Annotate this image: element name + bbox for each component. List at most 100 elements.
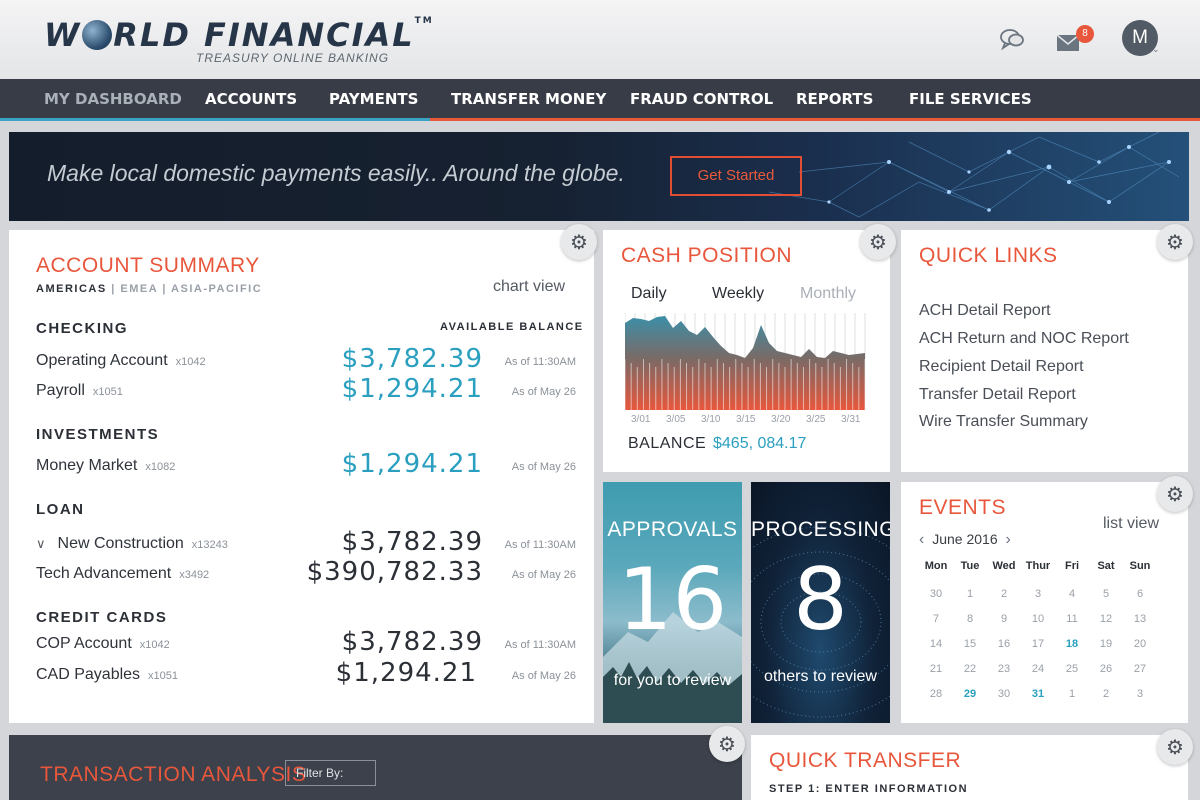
account-summary-settings-button[interactable]: ⚙	[561, 224, 597, 260]
chart-x-label: 3/20	[771, 414, 791, 425]
quick-transfer-step: STEP 1: ENTER INFORMATION	[769, 783, 969, 795]
nav-file-services[interactable]: FILE SERVICES	[909, 79, 1032, 118]
approvals-count: 16	[617, 550, 728, 650]
account-name: Tech Advancement	[36, 565, 172, 582]
nav-my-dashboard[interactable]: MY DASHBOARD	[44, 79, 182, 118]
calendar-day[interactable]: 11	[1055, 613, 1089, 625]
calendar-day[interactable]: 7	[919, 613, 953, 625]
calendar-day[interactable]: 14	[919, 638, 953, 650]
processing-tile[interactable]: PROCESSING 8 others to review	[751, 482, 890, 723]
calendar-day[interactable]: 17	[1021, 638, 1055, 650]
calendar-day[interactable]: 12	[1089, 613, 1123, 625]
list-view-link[interactable]: list view	[1103, 515, 1159, 533]
quick-transfer-card: QUICK TRANSFER STEP 1: ENTER INFORMATION	[751, 735, 1188, 800]
calendar-day[interactable]: 31	[1021, 688, 1055, 700]
calendar-day[interactable]: 8	[953, 613, 987, 625]
calendar-day[interactable]: 10	[1021, 613, 1055, 625]
nav-accounts[interactable]: ACCOUNTS	[205, 79, 297, 118]
account-row[interactable]: Tech Advancement x3492 $390,782.33 As of …	[36, 557, 576, 591]
quick-link-item[interactable]: Transfer Detail Report	[919, 386, 1076, 404]
account-id: x1082	[145, 461, 176, 473]
chat-icon[interactable]	[999, 27, 1025, 51]
nav-reports[interactable]: REPORTS	[796, 79, 873, 118]
gear-icon: ⚙	[1166, 483, 1184, 506]
chevron-left-icon[interactable]: ‹	[919, 531, 924, 548]
chart-x-label: 3/15	[736, 414, 756, 425]
account-balance: $1,294.21	[341, 374, 483, 404]
calendar-day[interactable]: 22	[953, 663, 987, 675]
calendar-day[interactable]: 1	[1055, 688, 1089, 700]
chart-x-label: 3/10	[701, 414, 721, 425]
calendar-day[interactable]: 27	[1123, 663, 1157, 675]
calendar-day[interactable]: 3	[1123, 688, 1157, 700]
calendar-day[interactable]: 18	[1055, 638, 1089, 650]
calendar-day[interactable]: 4	[1055, 588, 1089, 600]
calendar-day[interactable]: 9	[987, 613, 1021, 625]
calendar-day[interactable]: 28	[919, 688, 953, 700]
gear-icon: ⚙	[570, 231, 588, 254]
account-row[interactable]: Money Market x1082 $1,294.21 As of May 26	[36, 449, 576, 483]
calendar-day[interactable]: 23	[987, 663, 1021, 675]
account-row[interactable]: Payroll x1051 $1,294.21 As of May 26	[36, 374, 576, 408]
globe-icon	[82, 20, 113, 50]
quick-link-item[interactable]: Wire Transfer Summary	[919, 413, 1088, 431]
approvals-subtitle: for you to review	[613, 672, 732, 689]
quick-link-item[interactable]: Recipient Detail Report	[919, 358, 1084, 376]
calendar-day[interactable]: 16	[987, 638, 1021, 650]
brand-logo[interactable]: W RLD FINANCIALTM TREASURY ONLINE BANKING	[44, 16, 434, 65]
calendar-day[interactable]: 25	[1055, 663, 1089, 675]
section-investments: INVESTMENTS	[36, 426, 160, 443]
chart-view-link[interactable]: chart view	[493, 278, 565, 296]
region-tab-asia-pacific[interactable]: | ASIA-PACIFIC	[162, 283, 262, 295]
chevron-right-icon[interactable]: ›	[1006, 531, 1011, 548]
filter-by-select[interactable]: Filter By:	[285, 760, 376, 786]
calendar-day[interactable]: 6	[1123, 588, 1157, 600]
tab-weekly[interactable]: Weekly	[712, 285, 764, 303]
events-settings-button[interactable]: ⚙	[1157, 476, 1193, 512]
account-name: New Construction	[57, 535, 184, 552]
nav-fraud-control[interactable]: FRAUD CONTROL	[630, 79, 773, 118]
region-tab-americas[interactable]: AMERICAS	[36, 283, 107, 295]
account-balance: $1,294.21	[341, 449, 483, 479]
get-started-button[interactable]: Get Started	[670, 156, 802, 196]
calendar-day[interactable]: 24	[1021, 663, 1055, 675]
tab-daily[interactable]: Daily	[631, 285, 667, 303]
balance-value: $465, 084.17	[713, 435, 807, 452]
account-row[interactable]: Operating Account x1042 $3,782.39 As of 1…	[36, 344, 576, 378]
approvals-tile[interactable]: APPROVALS 16 for you to review	[603, 482, 742, 723]
nav-transfer-money[interactable]: TRANSFER MONEY	[451, 79, 606, 118]
nav-payments[interactable]: PAYMENTS	[329, 79, 418, 118]
chevron-down-icon[interactable]: ⌄	[1152, 44, 1160, 55]
calendar-day[interactable]: 5	[1089, 588, 1123, 600]
calendar-day[interactable]: 26	[1089, 663, 1123, 675]
calendar-day[interactable]: 15	[953, 638, 987, 650]
tab-monthly[interactable]: Monthly	[800, 285, 856, 303]
quick-link-item[interactable]: ACH Return and NOC Report	[919, 330, 1129, 348]
brand-subtitle: TREASURY ONLINE BANKING	[196, 51, 390, 65]
calendar-day[interactable]: 1	[953, 588, 987, 600]
calendar-day[interactable]: 21	[919, 663, 953, 675]
cash-position-settings-button[interactable]: ⚙	[860, 224, 896, 260]
quick-link-item[interactable]: ACH Detail Report	[919, 302, 1051, 320]
calendar-day[interactable]: 2	[987, 588, 1021, 600]
quick-transfer-settings-button[interactable]: ⚙	[1157, 729, 1193, 765]
account-row[interactable]: COP Account x1042 $3,782.39 As of 11:30AM	[36, 627, 576, 661]
chevron-down-icon[interactable]: ∨	[36, 536, 46, 552]
calendar-day[interactable]: 13	[1123, 613, 1157, 625]
calendar-day[interactable]: 30	[987, 688, 1021, 700]
app-header: W RLD FINANCIALTM TREASURY ONLINE BANKING…	[0, 0, 1200, 79]
account-asof: As of 11:30AM	[504, 356, 576, 368]
region-tab-emea[interactable]: | EMEA	[111, 283, 158, 295]
calendar-day[interactable]: 30	[919, 588, 953, 600]
calendar-day[interactable]: 2	[1089, 688, 1123, 700]
processing-count: 8	[793, 550, 848, 650]
quick-links-settings-button[interactable]: ⚙	[1157, 224, 1193, 260]
account-row[interactable]: CAD Payables x1051 $1,294.21 As of May 26	[36, 658, 576, 692]
transaction-analysis-settings-button[interactable]: ⚙	[709, 726, 745, 762]
account-id: x1042	[139, 639, 170, 651]
calendar-day[interactable]: 19	[1089, 638, 1123, 650]
calendar-day[interactable]: 3	[1021, 588, 1055, 600]
account-name: Payroll	[36, 382, 85, 399]
calendar-day[interactable]: 29	[953, 688, 987, 700]
calendar-day[interactable]: 20	[1123, 638, 1157, 650]
